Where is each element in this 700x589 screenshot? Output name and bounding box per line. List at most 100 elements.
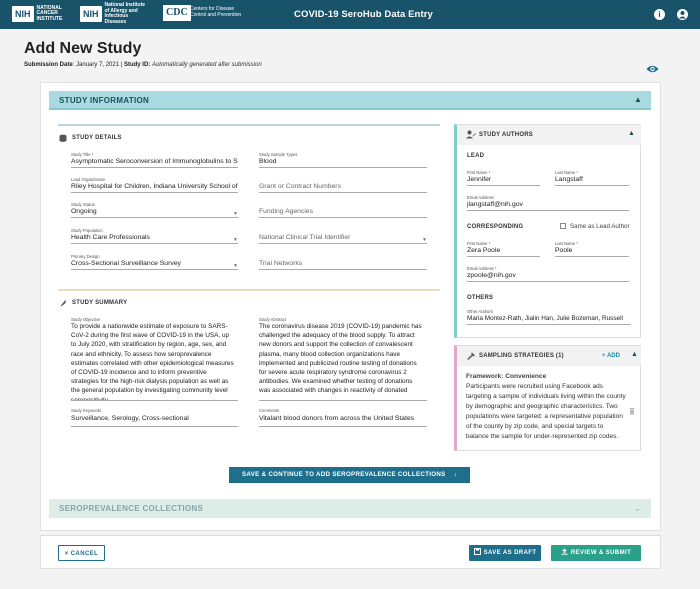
corresponding-last-name-input[interactable]: Poole [555, 246, 629, 257]
save-as-draft-label: SAVE AS DRAFT [483, 550, 537, 556]
trash-icon[interactable] [629, 407, 635, 415]
arrow-down-icon: ↓ [453, 471, 457, 478]
cancel-button[interactable]: × CANCEL [58, 545, 105, 561]
same-as-lead-checkbox[interactable] [560, 223, 566, 229]
others-heading: OTHERS [467, 295, 494, 301]
cdc-logo-text: Centers for Disease Control and Preventi… [190, 6, 242, 18]
sampling-framework: Framework: Convenience [466, 373, 547, 380]
comments-value: Vitalant blood donors from across the Un… [259, 415, 415, 422]
info-icon[interactable]: i [654, 9, 665, 20]
chevron-up-icon[interactable]: ▲ [628, 130, 635, 137]
corresponding-email-value: zpoole@nih.gov [467, 272, 516, 279]
lead-email-input[interactable]: jlangstaff@nih.gov [467, 200, 629, 211]
dropdown-caret-icon: ▼ [233, 211, 238, 217]
seroprevalence-collections-title: SEROPREVALENCE COLLECTIONS [59, 504, 204, 513]
other-authors-input[interactable]: Maria Montez-Rath, Jialin Han, Julie Boz… [467, 314, 631, 325]
upload-icon [561, 548, 568, 555]
page-title: Add New Study [24, 40, 142, 57]
lead-first-name-input[interactable]: Jennifer [467, 175, 540, 186]
trial-networks-input[interactable]: Trial Networks [259, 259, 427, 270]
user-icon[interactable] [677, 9, 688, 20]
dropper-icon [467, 352, 475, 360]
study-authors-header[interactable]: STUDY AUTHORS ▲ [457, 125, 641, 145]
comments-input[interactable]: Vitalant blood donors from across the Un… [259, 413, 427, 427]
submission-info: Submission Date: January 7, 2021 | Study… [24, 62, 262, 68]
study-authors-panel: STUDY AUTHORS ▲ LEAD First Name * Jennif… [454, 124, 641, 338]
primary-design-select[interactable]: Cross-Sectional Surveillance Survey ▼ [71, 259, 238, 270]
save-continue-button[interactable]: SAVE & CONTINUE TO ADD SEROPREVALENCE CO… [229, 467, 470, 483]
corresponding-email-input[interactable]: zpoole@nih.gov [467, 271, 629, 282]
user-edit-icon [466, 130, 476, 139]
save-as-draft-button[interactable]: SAVE AS DRAFT [469, 545, 541, 561]
grant-numbers-placeholder: Grant or Contract Numbers [259, 183, 341, 190]
study-population-value: Health Care Professionals [71, 234, 150, 241]
lead-organization-value: Riley Hospital for Children, Indiana Uni… [71, 183, 238, 190]
cdc-logo-mark[interactable]: CDC [163, 5, 191, 21]
trial-networks-placeholder: Trial Networks [259, 260, 303, 267]
niaid-logo-text: National Institute of Allergy and Infect… [104, 2, 146, 25]
review-submit-button[interactable]: REVIEW & SUBMIT [551, 545, 641, 561]
study-status-value: Ongoing [71, 208, 97, 215]
primary-design-value: Cross-Sectional Surveillance Survey [71, 260, 181, 267]
nih-logo-mark: NIH [12, 6, 34, 22]
database-icon [59, 134, 67, 142]
dropdown-caret-icon: ▼ [422, 237, 427, 243]
chevron-down-icon[interactable]: ⌄ [634, 504, 641, 513]
study-population-select[interactable]: Health Care Professionals ▼ [71, 233, 238, 244]
sampling-strategies-title: SAMPLING STRATEGIES (1) [479, 353, 564, 359]
sampling-description: Participants were recruited using Facebo… [466, 383, 626, 440]
add-sampling-strategy-button[interactable]: + ADD [602, 353, 620, 359]
study-summary-divider [58, 289, 440, 291]
study-summary-heading: STUDY SUMMARY [72, 300, 128, 306]
dropdown-caret-icon: ▼ [233, 237, 238, 243]
save-disk-icon [473, 548, 481, 555]
study-title-input[interactable]: Asymptomatic Seroconversion of Immunoglo… [71, 157, 238, 168]
lead-last-name-value: Langstaff [555, 176, 583, 183]
study-id-label: Study ID: [123, 62, 151, 68]
user-icon-glyph [679, 11, 686, 19]
niaid-logo[interactable]: NIH National Institute of Allergy and In… [80, 2, 151, 25]
submission-date-value: : January 7, 2021 | [72, 62, 123, 68]
feather-icon [60, 300, 66, 307]
cancel-label: CANCEL [70, 551, 99, 557]
study-information-title: STUDY INFORMATION [59, 96, 150, 105]
lead-last-name-input[interactable]: Langstaff [555, 175, 629, 186]
chevron-up-icon[interactable]: ▲ [634, 95, 642, 104]
study-abstract-value: The coronavirus disease 2019 (COVID-19) … [259, 323, 422, 395]
study-id-value: Automatically generated after submission [151, 62, 262, 68]
same-as-lead-label[interactable]: Same as Lead Author [570, 223, 630, 230]
grant-numbers-input[interactable]: Grant or Contract Numbers [259, 182, 427, 193]
nci-logo-text: NATIONAL CANCER INSTITUTE [36, 4, 63, 22]
lead-organization-input[interactable]: Riley Hospital for Children, Indiana Uni… [71, 182, 238, 193]
save-continue-label: SAVE & CONTINUE TO ADD SEROPREVALENCE CO… [242, 471, 446, 478]
study-authors-title: STUDY AUTHORS [479, 132, 533, 138]
submission-date-label: Submission Date [24, 62, 73, 68]
nih-logo-mark: NIH [80, 6, 102, 22]
funding-agencies-input[interactable]: Funding Agencies [259, 207, 427, 218]
sample-types-input[interactable]: Blood [259, 157, 427, 168]
study-keywords-value: Surveillance, Serology, Cross-sectional [71, 415, 189, 422]
study-keywords-input[interactable]: Surveillance, Serology, Cross-sectional [71, 413, 238, 427]
study-abstract-textarea[interactable]: The coronavirus disease 2019 (COVID-19) … [259, 322, 427, 401]
preview-eye-icon[interactable] [646, 64, 659, 74]
close-icon: × [64, 551, 69, 557]
corresponding-first-name-value: Zera Poole [467, 247, 501, 254]
study-status-select[interactable]: Ongoing ▼ [71, 207, 238, 218]
study-objective-textarea[interactable]: To provide a nationwide estimate of expo… [71, 322, 238, 401]
corresponding-first-name-input[interactable]: Zera Poole [467, 246, 540, 257]
seroprevalence-collections-header[interactable]: SEROPREVALENCE COLLECTIONS ⌄ [49, 499, 651, 518]
study-information-header[interactable]: STUDY INFORMATION ▲ [49, 91, 651, 110]
study-details-heading: STUDY DETAILS [72, 135, 122, 141]
lead-heading: LEAD [467, 153, 485, 159]
nci-logo[interactable]: NIH NATIONAL CANCER INSTITUTE [12, 5, 69, 23]
clinical-trial-id-select[interactable]: National Clinical Trial Identifier ▼ [259, 233, 427, 244]
sampling-strategies-header[interactable]: SAMPLING STRATEGIES (1) + ADD ▲ [457, 346, 641, 366]
chevron-up-icon[interactable]: ▲ [631, 351, 638, 358]
app-title: COVID-19 SeroHub Data Entry [294, 9, 433, 20]
corresponding-last-name-value: Poole [555, 247, 573, 254]
corresponding-heading: CORRESPONDING [467, 224, 524, 230]
sampling-strategies-panel: SAMPLING STRATEGIES (1) + ADD ▲ Framewor… [454, 345, 641, 451]
dropdown-caret-icon: ▼ [233, 263, 238, 269]
lead-email-value: jlangstaff@nih.gov [467, 201, 523, 208]
funding-agencies-placeholder: Funding Agencies [259, 208, 314, 215]
